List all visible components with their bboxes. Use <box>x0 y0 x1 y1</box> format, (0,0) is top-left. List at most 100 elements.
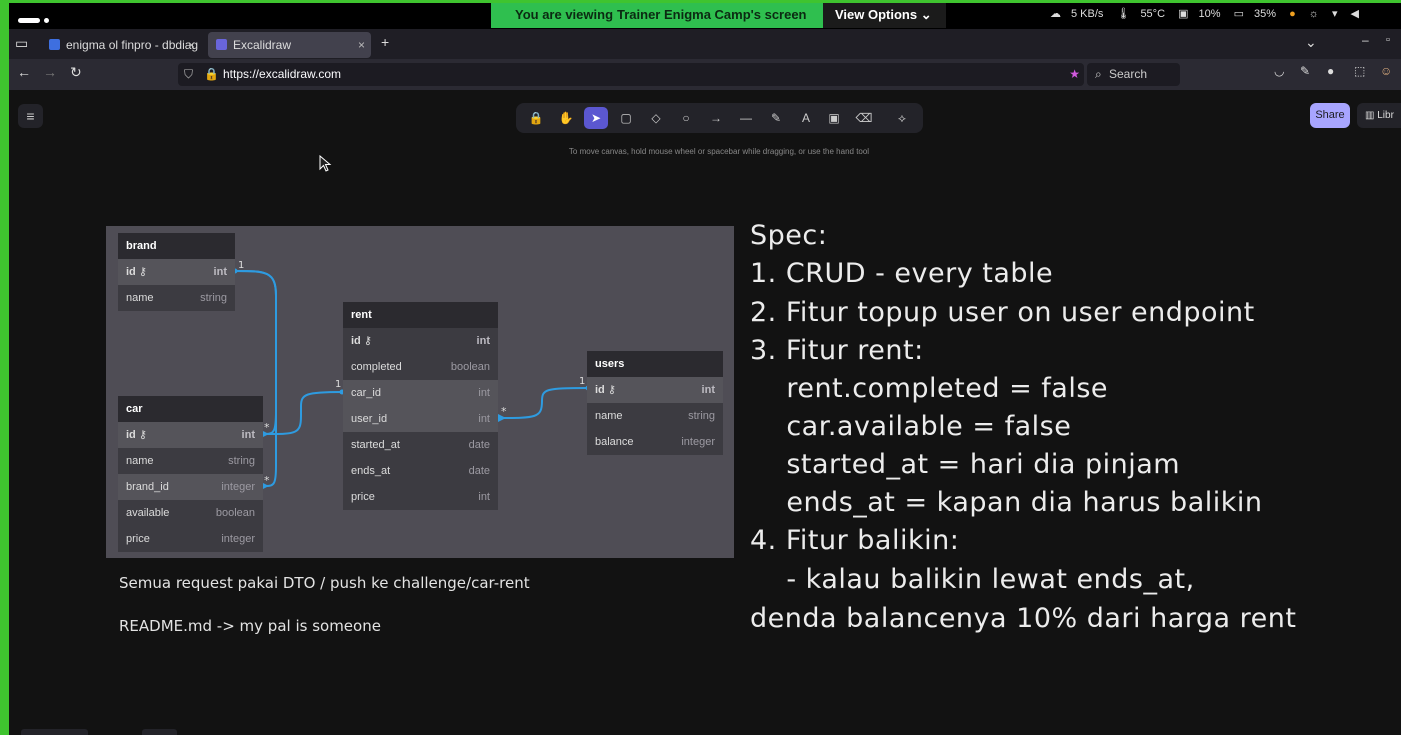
table-users[interactable]: users id ⚷ int name string balance integer <box>587 351 723 455</box>
extension-dark-icon[interactable]: ● <box>1327 64 1334 78</box>
table-row: user_id int <box>343 406 498 432</box>
minimize-icon[interactable]: – <box>1362 33 1369 47</box>
dbdiagram-favicon-icon <box>49 39 60 50</box>
library-icon: ▥ <box>1365 110 1378 121</box>
table-row: name string <box>126 292 227 304</box>
pencil-icon[interactable]: ✎ <box>764 107 788 129</box>
list-tabs-icon[interactable]: ⌄ <box>1305 34 1317 51</box>
workspace-indicator[interactable] <box>18 12 53 30</box>
table-row: price int <box>351 491 490 503</box>
key-icon: ⚷ <box>363 335 372 347</box>
ai-tools-icon[interactable]: ⟡ <box>890 107 914 129</box>
excalidraw-toolbar: 🔒 ✋ ➤ ▢ ◇ ○ → — ✎ A ▣ ⌫ ⟡ <box>516 103 923 133</box>
lock-icon[interactable]: 🔒 <box>204 63 219 86</box>
table-row: id ⚷ int <box>118 422 263 448</box>
key-icon: ⚷ <box>138 429 147 441</box>
table-row: id ⚷ int <box>351 335 490 347</box>
shield-icon[interactable]: ⛉ <box>184 63 193 86</box>
hand-icon[interactable]: ✋ <box>554 107 578 129</box>
table-row: balance integer <box>595 436 715 448</box>
spec-line: rent.completed = false <box>750 373 1109 404</box>
pocket-icon[interactable]: ◡ <box>1274 64 1284 78</box>
spec-line: 1. CRUD - every table <box>750 258 1054 289</box>
text-icon[interactable]: A <box>794 107 818 129</box>
table-row: completed boolean <box>351 361 490 373</box>
mouse-cursor-icon <box>319 155 332 172</box>
table-rent[interactable]: rent id ⚷ int completed boolean car_id int … <box>343 302 498 510</box>
wrench-icon[interactable]: ✎ <box>1300 64 1310 78</box>
table-brand[interactable]: brand id ⚷ int name string <box>118 233 235 311</box>
lock-icon[interactable]: 🔒 <box>524 107 548 129</box>
net-speed: 5 KB/s <box>1071 8 1104 20</box>
temperature: 55°C <box>1140 8 1166 20</box>
undo-redo-controls[interactable] <box>142 729 177 735</box>
table-row: available boolean <box>126 507 255 519</box>
selection-icon[interactable]: ➤ <box>584 107 608 129</box>
thermometer-icon: 🌡 <box>1116 8 1131 20</box>
spec-line: - kalau balikin lewat ends_at, <box>750 564 1195 595</box>
url-text[interactable]: https://excalidraw.com <box>223 63 341 86</box>
ellipse-icon[interactable]: ○ <box>674 107 698 129</box>
wifi-icon[interactable]: ▾ <box>1332 8 1338 20</box>
screen-share-banner: You are viewing Trainer Enigma Camp's sc… <box>491 2 823 28</box>
restore-icon[interactable]: ▫ <box>1386 34 1390 46</box>
library-button[interactable]: ▥ Libr <box>1357 103 1401 128</box>
view-options-button[interactable]: View Options ⌄ <box>823 2 946 28</box>
diamond-icon[interactable]: ◇ <box>644 107 668 129</box>
spec-line: Spec: <box>750 220 828 251</box>
microphone-icon[interactable]: ● <box>1289 8 1296 20</box>
search-icon: ⌕ <box>1095 67 1102 81</box>
profile-icon[interactable]: ☺ <box>1380 64 1392 78</box>
system-tray: ☁ 5 KB/s 🌡 55°C ▣ 10% ▭ 35% ● ☼ ▾ ◀ <box>1050 7 1369 20</box>
table-title: rent <box>343 302 498 328</box>
eraser-icon[interactable]: ⌫ <box>852 107 876 129</box>
image-icon[interactable]: ▣ <box>822 107 846 129</box>
share-button[interactable]: Share <box>1310 103 1350 128</box>
rel-many-label: * <box>264 474 270 487</box>
volume-icon[interactable]: ◀ <box>1351 8 1359 20</box>
forward-icon[interactable]: → <box>43 64 57 80</box>
table-row: name string <box>595 410 715 422</box>
zoom-controls[interactable] <box>21 729 88 735</box>
spec-line: 4. Fitur balikin: <box>750 525 960 556</box>
arrow-icon[interactable]: → <box>704 107 728 129</box>
cpu-usage: 10% <box>1198 8 1221 20</box>
rel-one-label: 1 <box>579 376 586 387</box>
excalidraw-canvas[interactable]: ≡ 🔒 ✋ ➤ ▢ ◇ ○ → — ✎ A ▣ ⌫ ⟡ To move canvas, hold mou… <box>9 90 1401 735</box>
line-icon[interactable]: — <box>734 107 758 129</box>
table-row: started_at date <box>351 439 490 451</box>
table-title: car <box>118 396 263 422</box>
table-row: ends_at date <box>351 465 490 477</box>
new-tab-icon[interactable]: + <box>381 34 389 50</box>
brightness-icon[interactable]: ☼ <box>1309 8 1319 20</box>
back-icon[interactable]: ← <box>17 64 31 80</box>
table-row: id ⚷ int <box>118 259 235 285</box>
table-car[interactable]: car id ⚷ int name string brand_id integer a… <box>118 396 263 552</box>
cpu-icon: ▣ <box>1178 8 1189 20</box>
close-tab-icon[interactable]: × <box>358 32 365 58</box>
table-row: id ⚷ int <box>587 377 723 403</box>
tab-list-icon[interactable]: ▭ <box>15 35 28 52</box>
key-icon: ⚷ <box>607 384 616 396</box>
system-top-bar: You are viewing Trainer Enigma Camp's sc… <box>0 0 1401 29</box>
search-input[interactable]: ⌕ Search <box>1087 63 1180 86</box>
tab-excalidraw[interactable]: Excalidraw × <box>208 32 371 58</box>
cloud-icon: ☁ <box>1050 8 1061 20</box>
rectangle-icon[interactable]: ▢ <box>614 107 638 129</box>
memory-icon: ▭ <box>1233 8 1244 20</box>
rel-many-label: * <box>501 405 507 418</box>
note-readme[interactable]: README.md -> my pal is someone <box>119 617 381 635</box>
tab-dbdiagram[interactable]: enigma ol finpro - dbdiag × <box>41 32 201 58</box>
close-tab-icon[interactable]: × <box>188 32 195 58</box>
address-bar[interactable]: ⛉ 🔒 https://excalidraw.com ★ <box>178 63 1084 86</box>
hamburger-menu-icon[interactable]: ≡ <box>18 104 43 128</box>
extensions-icon[interactable]: ⬚ <box>1354 64 1365 78</box>
browser-nav-bar: ← → ↻ ⛉ 🔒 https://excalidraw.com ★ ⌕ Sea… <box>9 59 1401 90</box>
table-row: name string <box>126 455 255 467</box>
note-dto[interactable]: Semua request pakai DTO / push ke challe… <box>119 574 530 592</box>
spec-line: 2. Fitur topup user on user endpoint <box>750 297 1255 328</box>
reload-icon[interactable]: ↻ <box>70 64 82 81</box>
spec-line: started_at = hari dia pinjam <box>750 449 1181 480</box>
spec-line: denda balancenya 10% dari harga rent <box>750 603 1297 634</box>
erd-diagram-image[interactable]: 1 * * 1 * 1 brand id ⚷ int name string car… <box>106 226 734 558</box>
